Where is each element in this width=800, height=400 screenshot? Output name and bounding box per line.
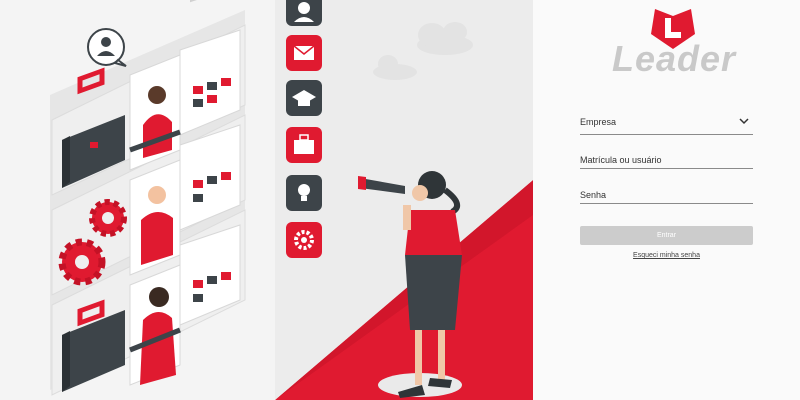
candidate-photo [129, 264, 181, 386]
password-field[interactable] [580, 182, 753, 204]
gear-icon-tile [286, 222, 322, 258]
lightbulb-icon [286, 175, 322, 211]
company-select-label: Empresa [580, 117, 617, 127]
graduation-cap-icon [286, 80, 322, 116]
candidate-photo [129, 54, 181, 171]
recruitment-illustration [0, 0, 533, 400]
briefcase-icon-tile [286, 127, 322, 163]
user-chat-bubble-icon [87, 28, 127, 67]
forgot-password-link[interactable]: Esqueci minha senha [580, 252, 753, 259]
mail-icon [286, 35, 322, 71]
illustration-canvas [50, 0, 533, 400]
company-select[interactable]: Empresa [580, 113, 753, 135]
candidate-photo [129, 159, 181, 276]
submit-button[interactable]: Entrar [580, 226, 753, 245]
password-input[interactable] [580, 182, 753, 203]
cloud-icon [417, 22, 473, 55]
brand-wordmark: Leader [612, 38, 737, 79]
user-icon [286, 0, 322, 26]
chevron-down-icon [739, 118, 749, 125]
user-field[interactable] [580, 147, 753, 169]
user-input[interactable] [580, 147, 753, 168]
